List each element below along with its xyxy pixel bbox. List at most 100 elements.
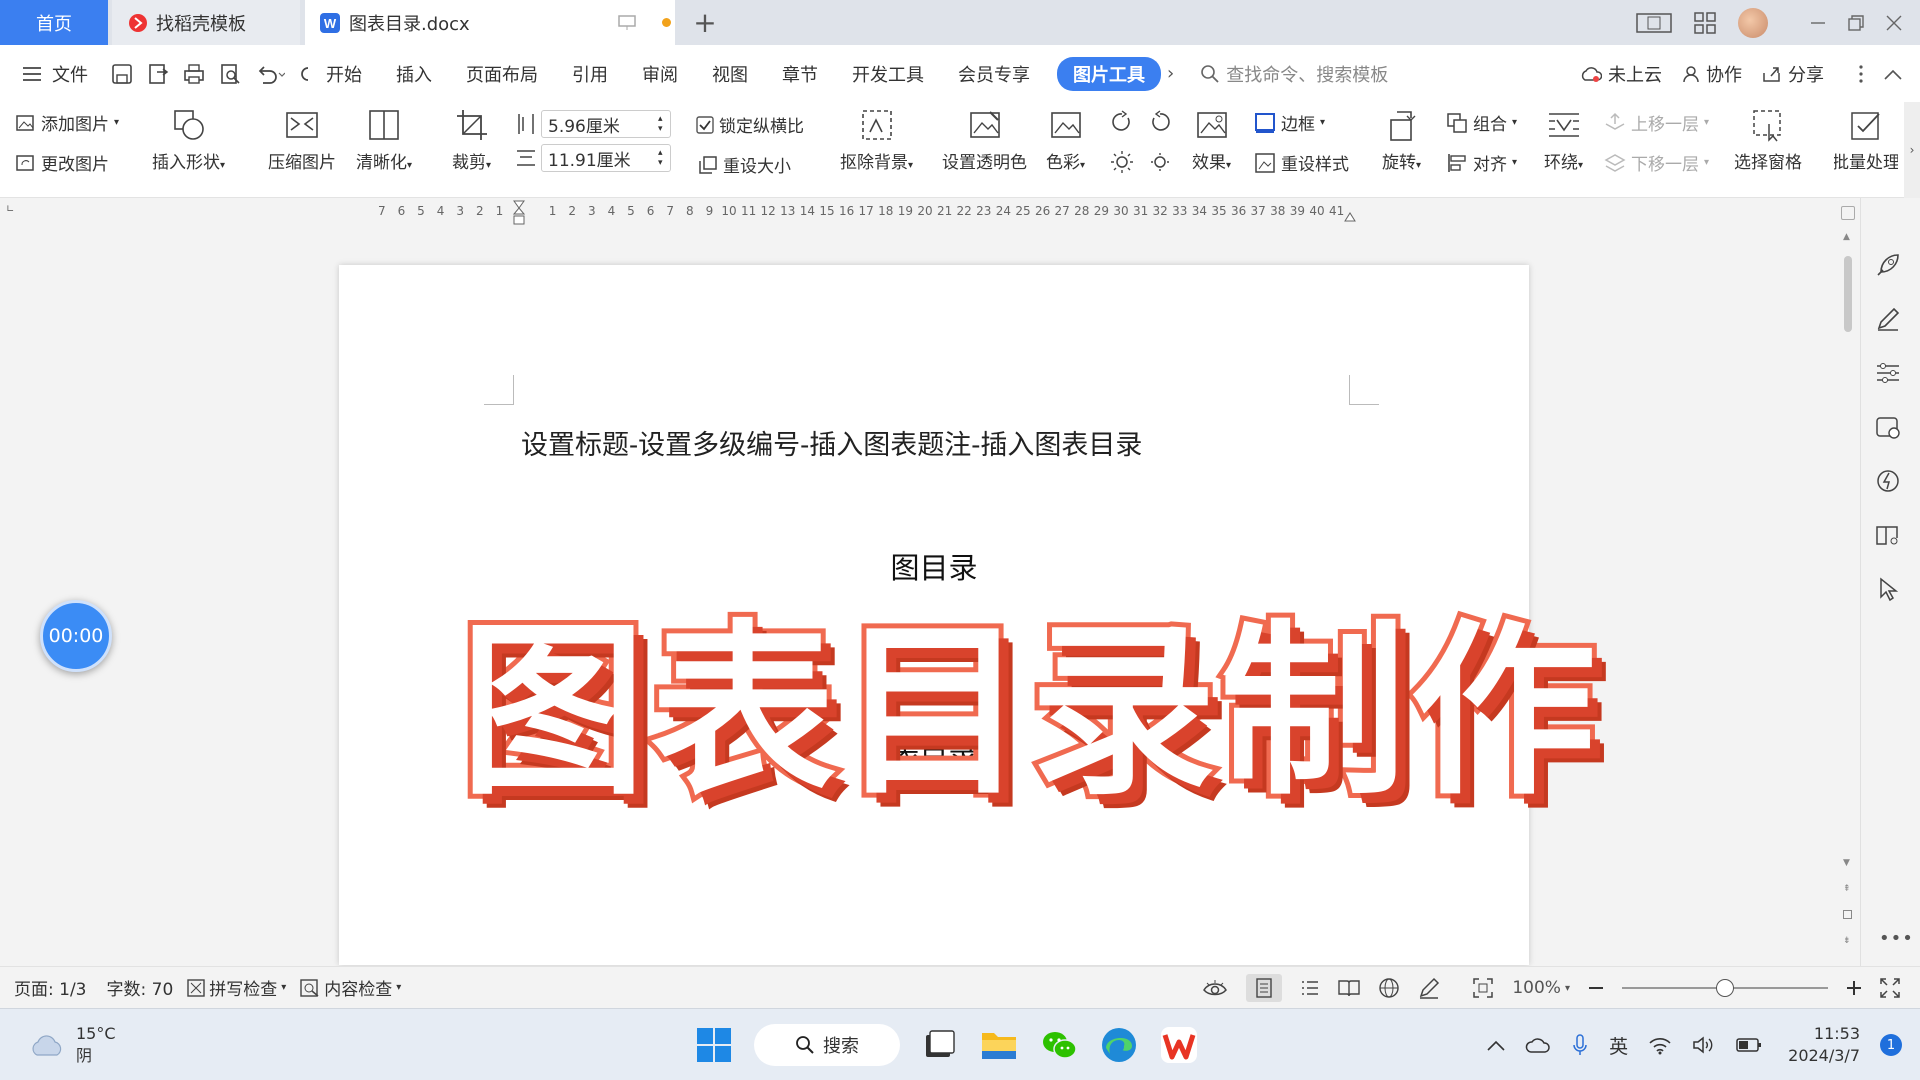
save-icon[interactable] <box>111 63 133 85</box>
more-horizontal-icon[interactable]: ••• <box>1879 928 1914 949</box>
brightness-up-icon[interactable] <box>1110 150 1134 174</box>
reading-view-icon[interactable] <box>1338 978 1361 998</box>
document-heading-line[interactable]: 设置标题-设置多级编号-插入图表题注-插入图表目录 <box>521 423 1142 462</box>
menu-item-insert[interactable]: 插入 <box>379 61 449 87</box>
group-button[interactable]: 组合 ▾ <box>1446 110 1517 135</box>
align-button[interactable]: 对齐 ▾ <box>1446 150 1517 175</box>
print-preview-icon[interactable] <box>219 63 241 85</box>
set-transparent-button[interactable]: 设置透明色 <box>942 108 1027 173</box>
zoom-out-icon[interactable] <box>1588 980 1604 996</box>
eye-protection-icon[interactable] <box>1202 978 1228 998</box>
pen-edit-icon[interactable] <box>1875 306 1901 332</box>
minimize-icon[interactable] <box>1810 15 1826 31</box>
chevron-right-icon[interactable]: › <box>1167 63 1174 84</box>
height-spinner-icon[interactable]: ▴ ▾ <box>658 114 663 134</box>
write-mode-icon[interactable] <box>1418 977 1440 999</box>
edge-browser-icon[interactable] <box>1100 1026 1138 1064</box>
vertical-scrollbar[interactable]: ▲ ▼ ⇞ ⇟ <box>1839 198 1857 966</box>
ribbon-scroll-right-icon[interactable]: › <box>1904 102 1920 198</box>
notification-badge[interactable]: 1 <box>1880 1034 1902 1056</box>
redo-icon[interactable] <box>299 63 309 85</box>
input-language[interactable]: 英 <box>1609 1032 1628 1059</box>
task-view-icon[interactable] <box>922 1027 958 1063</box>
menu-item-developer[interactable]: 开发工具 <box>835 61 941 87</box>
bring-forward-button[interactable]: 上移一层 ▾ <box>1604 110 1709 135</box>
insert-shape-button[interactable]: 插入形状▾ <box>152 108 225 173</box>
zoom-slider-thumb[interactable] <box>1716 979 1734 997</box>
wechat-icon[interactable] <box>1040 1027 1078 1063</box>
menu-item-view[interactable]: 视图 <box>695 61 765 87</box>
height-input[interactable]: 5.96厘米 <box>541 110 671 138</box>
windows-start-icon[interactable] <box>696 1027 732 1063</box>
spell-check-button[interactable]: 拼写检查 ▾ <box>187 975 286 1000</box>
menu-item-references[interactable]: 引用 <box>555 61 625 87</box>
next-page-icon[interactable]: ⇟ <box>1843 936 1851 946</box>
reset-size-button[interactable]: 重设大小 <box>698 152 791 177</box>
monitor-icon[interactable] <box>617 14 636 31</box>
menu-item-review[interactable]: 审阅 <box>625 61 695 87</box>
file-explorer-icon[interactable] <box>980 1027 1018 1063</box>
brightness-down-icon[interactable] <box>1148 150 1172 174</box>
print-icon[interactable] <box>183 63 205 85</box>
crop-button[interactable]: 裁剪▾ <box>452 108 491 173</box>
remove-background-button[interactable]: 抠除背景▾ <box>840 108 913 173</box>
width-spinner-icon[interactable]: ▴ ▾ <box>658 148 663 168</box>
page-view-icon[interactable] <box>1636 12 1672 34</box>
wrap-button[interactable]: 环绕▾ <box>1544 108 1583 173</box>
export-icon[interactable] <box>147 63 169 85</box>
menu-item-member[interactable]: 会员专享 <box>941 61 1047 87</box>
add-picture-button[interactable]: 添加图片 ▾ <box>16 110 119 135</box>
onedrive-icon[interactable] <box>1525 1036 1551 1054</box>
new-tab-button[interactable]: + <box>690 0 720 45</box>
tab-home[interactable]: 首页 <box>0 0 108 45</box>
file-menu[interactable]: 文件 <box>0 61 105 87</box>
floating-timer[interactable]: 00:00 <box>40 600 112 672</box>
cursor-icon[interactable] <box>1875 576 1901 602</box>
book-icon[interactable] <box>1875 522 1901 548</box>
more-vertical-icon[interactable] <box>1858 64 1864 84</box>
sliders-icon[interactable] <box>1875 360 1901 386</box>
fullscreen-icon[interactable] <box>1880 978 1900 998</box>
scrollbar-top-icon[interactable] <box>1841 206 1855 220</box>
volume-icon[interactable] <box>1692 1035 1716 1055</box>
color-button[interactable]: 色彩▾ <box>1046 108 1085 173</box>
undo-icon[interactable] <box>255 63 285 85</box>
user-avatar[interactable] <box>1738 7 1768 38</box>
clock[interactable]: 11:53 2024/3/7 <box>1788 1023 1860 1067</box>
collaborate-button[interactable]: 协作 <box>1682 61 1742 87</box>
tab-stop-icon[interactable]: ∟ <box>6 204 14 215</box>
taskbar-search[interactable]: 搜索 <box>754 1024 900 1066</box>
close-icon[interactable] <box>1886 15 1902 31</box>
tab-template[interactable]: 找稻壳模板 <box>112 0 300 45</box>
cloud-status[interactable]: 未上云 <box>1580 61 1662 87</box>
send-backward-button[interactable]: 下移一层 ▾ <box>1604 150 1709 175</box>
change-picture-button[interactable]: 更改图片 <box>16 150 109 175</box>
location-icon[interactable] <box>1875 468 1901 494</box>
border-button[interactable]: 边框 ▾ <box>1254 110 1325 135</box>
zoom-slider[interactable] <box>1622 978 1828 998</box>
tab-picture-tools[interactable]: 图片工具 <box>1057 56 1161 91</box>
page-indicator[interactable]: 页面: 1/3 <box>14 975 87 1000</box>
zoom-level[interactable]: 100% ▾ <box>1512 978 1570 998</box>
rocket-icon[interactable] <box>1875 252 1901 278</box>
prev-page-icon[interactable]: ⇞ <box>1843 884 1851 894</box>
command-search[interactable]: 查找命令、搜索模板 <box>1200 61 1388 87</box>
tray-expand-icon[interactable] <box>1487 1039 1505 1051</box>
scroll-down-icon[interactable]: ▼ <box>1843 858 1850 868</box>
width-input[interactable]: 11.91厘米 <box>541 144 671 172</box>
battery-icon[interactable] <box>1736 1037 1762 1053</box>
rotate-left-icon[interactable] <box>1148 110 1172 134</box>
weather-widget[interactable]: 15°C 阴 <box>28 1023 116 1067</box>
web-view-icon[interactable] <box>1378 977 1400 999</box>
wps-app-icon[interactable] <box>1160 1026 1198 1064</box>
lock-ratio-checkbox[interactable]: 锁定纵横比 <box>696 112 804 137</box>
share-button[interactable]: 分享 <box>1762 61 1824 87</box>
apps-grid-icon[interactable] <box>1694 11 1716 34</box>
tab-document[interactable]: W 图表目录.docx <box>305 0 675 45</box>
page-view-button[interactable] <box>1246 974 1283 1002</box>
outline-view-icon[interactable] <box>1300 978 1320 998</box>
collapse-ribbon-icon[interactable] <box>1884 68 1902 80</box>
indent-marker-icon[interactable] <box>513 200 525 226</box>
compress-picture-button[interactable]: 压缩图片 <box>268 108 336 173</box>
content-check-button[interactable]: 内容检查 ▾ <box>300 975 401 1000</box>
